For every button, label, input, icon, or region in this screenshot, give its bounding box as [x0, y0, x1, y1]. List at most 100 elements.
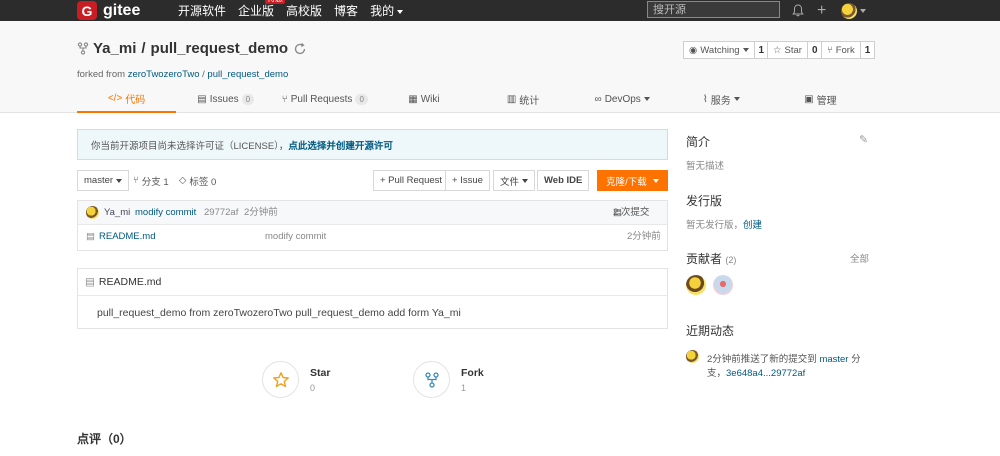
activity-line-2: 支，3e648a4...29772af	[707, 365, 805, 379]
fork-group: ⑂ Fork 1	[821, 41, 876, 59]
star-group: ☆ Star 0	[767, 41, 823, 59]
nav-enterprise[interactable]: 企业版特惠	[238, 0, 286, 19]
commit-message[interactable]: modify commit	[135, 201, 196, 225]
star-circle	[262, 361, 299, 398]
activity-branch-link[interactable]: master	[819, 354, 848, 365]
activity-avatar[interactable]	[686, 350, 699, 363]
branches-link[interactable]: ⑂ 分支 1	[133, 170, 169, 191]
star-panel[interactable]: Star 0	[262, 361, 330, 398]
chevron-down-icon	[643, 97, 650, 101]
tab-stats[interactable]: ▥ 统计	[474, 85, 573, 113]
star-panel-count: 0	[310, 382, 316, 393]
contributor-avatar[interactable]	[713, 275, 733, 295]
license-text: 你当前开源项目尚未选择许可证（LICENSE），	[91, 140, 289, 152]
activity-line-1: 2分钟前推送了新的提交到 master 分	[707, 351, 861, 365]
tab-devops-label: DevOps	[604, 93, 641, 105]
sync-icon[interactable]	[293, 42, 307, 56]
tab-manage-label: 管理	[816, 95, 837, 107]
tags-count: 标签 0	[189, 176, 217, 188]
fork-button[interactable]: ⑂ Fork	[821, 41, 861, 59]
file-row[interactable]: ▤ README.md modify commit 2分钟前	[78, 225, 667, 250]
tab-code[interactable]: </> 代码	[77, 85, 177, 113]
nav-mine[interactable]: 我的	[370, 2, 404, 19]
repo-owner-link[interactable]: Ya_mi	[93, 40, 136, 57]
fork-icon: ⑂	[827, 44, 833, 56]
user-avatar[interactable]	[841, 0, 866, 21]
edit-icon[interactable]: ✎	[859, 133, 868, 146]
commit-author[interactable]: Ya_mi	[104, 201, 130, 225]
chevron-down-icon	[742, 48, 749, 52]
file-menu-label: 文件	[500, 176, 520, 188]
eye-icon: ◉	[689, 44, 698, 56]
tab-issues[interactable]: ▤ Issues 0	[176, 85, 275, 113]
pulse-icon: ⌇	[702, 93, 708, 105]
commit-count: 2 次提交	[613, 207, 650, 218]
plus-icon[interactable]: +	[817, 0, 826, 21]
comments-title: 点评（0）	[77, 432, 132, 446]
new-pull-request-button[interactable]: + Pull Request	[373, 170, 450, 191]
star-panel-label: Star	[310, 366, 331, 379]
contributors-all-link[interactable]: 全部	[850, 251, 869, 265]
fork-count[interactable]: 1	[860, 41, 876, 59]
tags-link[interactable]: ◇ 标签 0	[179, 170, 216, 191]
repo-name-link[interactable]: pull_request_demo	[151, 40, 289, 57]
branches-count: 分支 1	[141, 176, 169, 188]
forked-prefix: forked from	[77, 69, 128, 80]
release-info: 暂无发行版，创建	[686, 217, 762, 231]
readme-icon: ▤	[85, 276, 95, 288]
file-name[interactable]: README.md	[99, 225, 155, 249]
tab-devops[interactable]: ∞ DevOps	[573, 85, 672, 113]
contributor-avatar[interactable]	[686, 275, 706, 295]
star-text: Star 0	[310, 367, 330, 393]
fork-label: Fork	[835, 44, 855, 56]
clone-download-button[interactable]: 克隆/下载	[597, 170, 668, 191]
contributors-title: 贡献者 (2)	[686, 250, 736, 267]
tab-wiki[interactable]: ▦ Wiki	[374, 85, 473, 113]
tab-manage[interactable]: ▣ 管理	[771, 85, 870, 113]
forked-owner-link[interactable]: zeroTwozeroTwo	[128, 69, 200, 80]
release-create-link[interactable]: 创建	[743, 220, 762, 231]
tab-pull-requests[interactable]: ⑂ Pull Requests 0	[275, 85, 374, 113]
license-create-link[interactable]: 点此选择并创建开源许可	[288, 138, 393, 152]
fork-icon	[424, 371, 439, 388]
gitee-logo[interactable]: G gitee	[77, 0, 140, 21]
nav-university[interactable]: 高校版	[286, 2, 322, 19]
issues-count-badge: 0	[241, 93, 255, 105]
chevron-down-icon	[116, 178, 123, 183]
chevron-down-icon	[652, 178, 659, 183]
file-commit-message[interactable]: modify commit	[265, 225, 326, 249]
tab-stats-label: 统计	[519, 95, 540, 107]
web-ide-button[interactable]: Web IDE	[537, 170, 590, 191]
clone-label: 克隆/下载	[606, 176, 647, 188]
code-icon: </>	[107, 92, 123, 104]
nav-blog[interactable]: 博客	[334, 2, 358, 19]
chevron-down-icon	[860, 8, 866, 13]
star-label: Star	[784, 44, 802, 56]
bell-icon[interactable]	[792, 0, 804, 21]
watch-button[interactable]: ◉ Watching	[683, 41, 755, 59]
intro-text: 暂无描述	[686, 161, 725, 172]
star-icon	[272, 371, 289, 387]
activity-text-c: 支，	[707, 368, 727, 379]
tab-services[interactable]: ⌇ 服务	[672, 85, 771, 113]
activity-title: 近期动态	[686, 324, 735, 338]
search-input[interactable]	[647, 1, 780, 18]
activity-commit-range-link[interactable]: 3e648a4...29772af	[726, 368, 805, 379]
branch-select[interactable]: master	[77, 170, 130, 191]
forked-from: forked from zeroTwozeroTwo / pull_reques…	[77, 69, 288, 80]
file-icon: ▤	[86, 231, 95, 242]
new-issue-button[interactable]: + Issue	[445, 170, 490, 191]
branch-select-label: master	[84, 175, 114, 186]
forked-repo-link[interactable]: pull_request_demo	[207, 69, 288, 80]
release-title: 发行版	[686, 194, 723, 208]
fork-panel-count: 1	[461, 382, 467, 393]
file-menu-button[interactable]: 文件	[493, 170, 536, 191]
nav-open-source[interactable]: 开源软件	[178, 2, 226, 19]
commit-author-avatar[interactable]	[86, 206, 99, 219]
star-button[interactable]: ☆ Star	[767, 41, 808, 59]
hot-badge: 特惠	[265, 0, 286, 4]
commit-hash[interactable]: 29772af	[204, 201, 238, 225]
top-navbar: G gitee 开源软件 企业版特惠 高校版 博客 我的 +	[0, 0, 1000, 21]
readme-content: pull_request_demo from zeroTwozeroTwo pu…	[97, 307, 461, 319]
fork-panel[interactable]: Fork 1	[413, 361, 484, 398]
